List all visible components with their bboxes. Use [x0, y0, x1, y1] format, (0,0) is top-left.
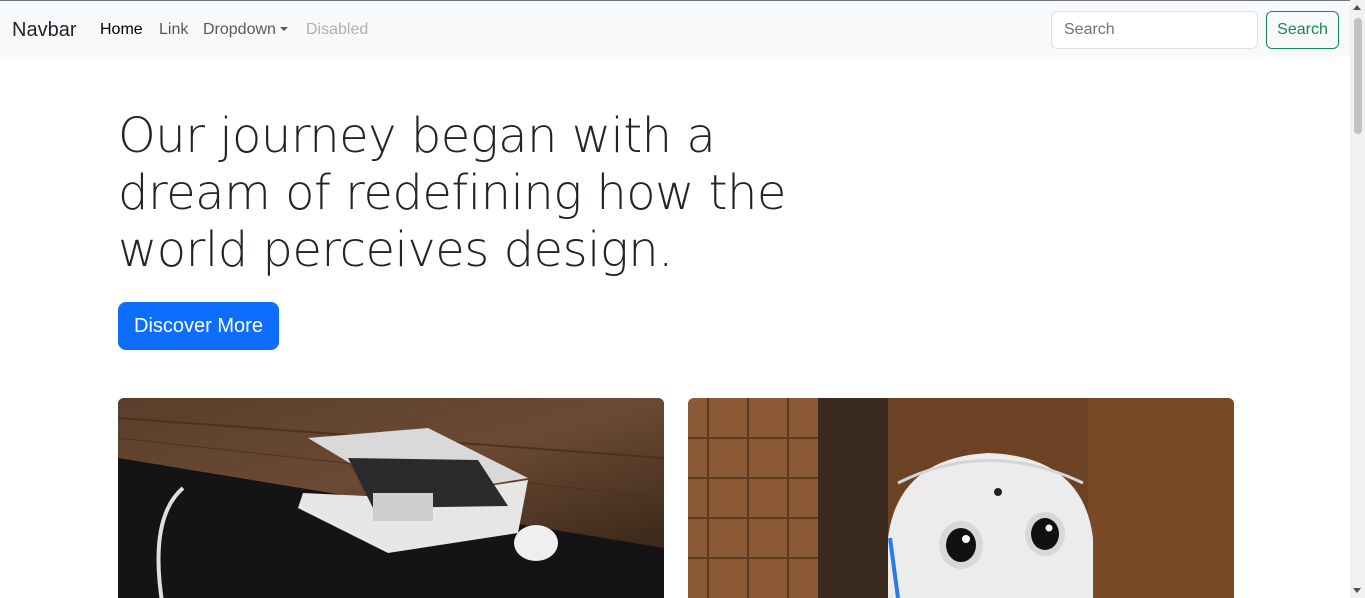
- discover-more-button[interactable]: Discover More: [118, 302, 279, 350]
- nav-dropdown-toggle[interactable]: Dropdown: [203, 20, 288, 40]
- nav-link-disabled: Disabled: [306, 21, 369, 38]
- laptop-desk-illustration: [118, 398, 664, 598]
- search-button[interactable]: Search: [1266, 11, 1339, 49]
- scroll-down-arrow-icon[interactable]: [1353, 588, 1361, 593]
- nav-dropdown-label: Dropdown: [203, 21, 276, 38]
- scroll-thumb[interactable]: [1354, 18, 1362, 134]
- card-image-robot: [688, 398, 1234, 598]
- scroll-up-arrow-icon[interactable]: [1353, 5, 1361, 10]
- robot-face-illustration: [688, 398, 1234, 598]
- navbar: Navbar Home Link Dropdown Disabled Searc…: [0, 0, 1350, 57]
- hero-title: Our journey began with a dream of redefi…: [118, 108, 786, 278]
- search-input[interactable]: [1051, 11, 1258, 49]
- card-image-laptop: [118, 398, 664, 598]
- page-scrollbar[interactable]: [1350, 0, 1365, 598]
- navbar-brand[interactable]: Navbar: [12, 18, 76, 42]
- nav-link-home[interactable]: Home: [100, 20, 143, 40]
- caret-down-icon: [279, 27, 288, 31]
- nav-link-link[interactable]: Link: [159, 20, 188, 40]
